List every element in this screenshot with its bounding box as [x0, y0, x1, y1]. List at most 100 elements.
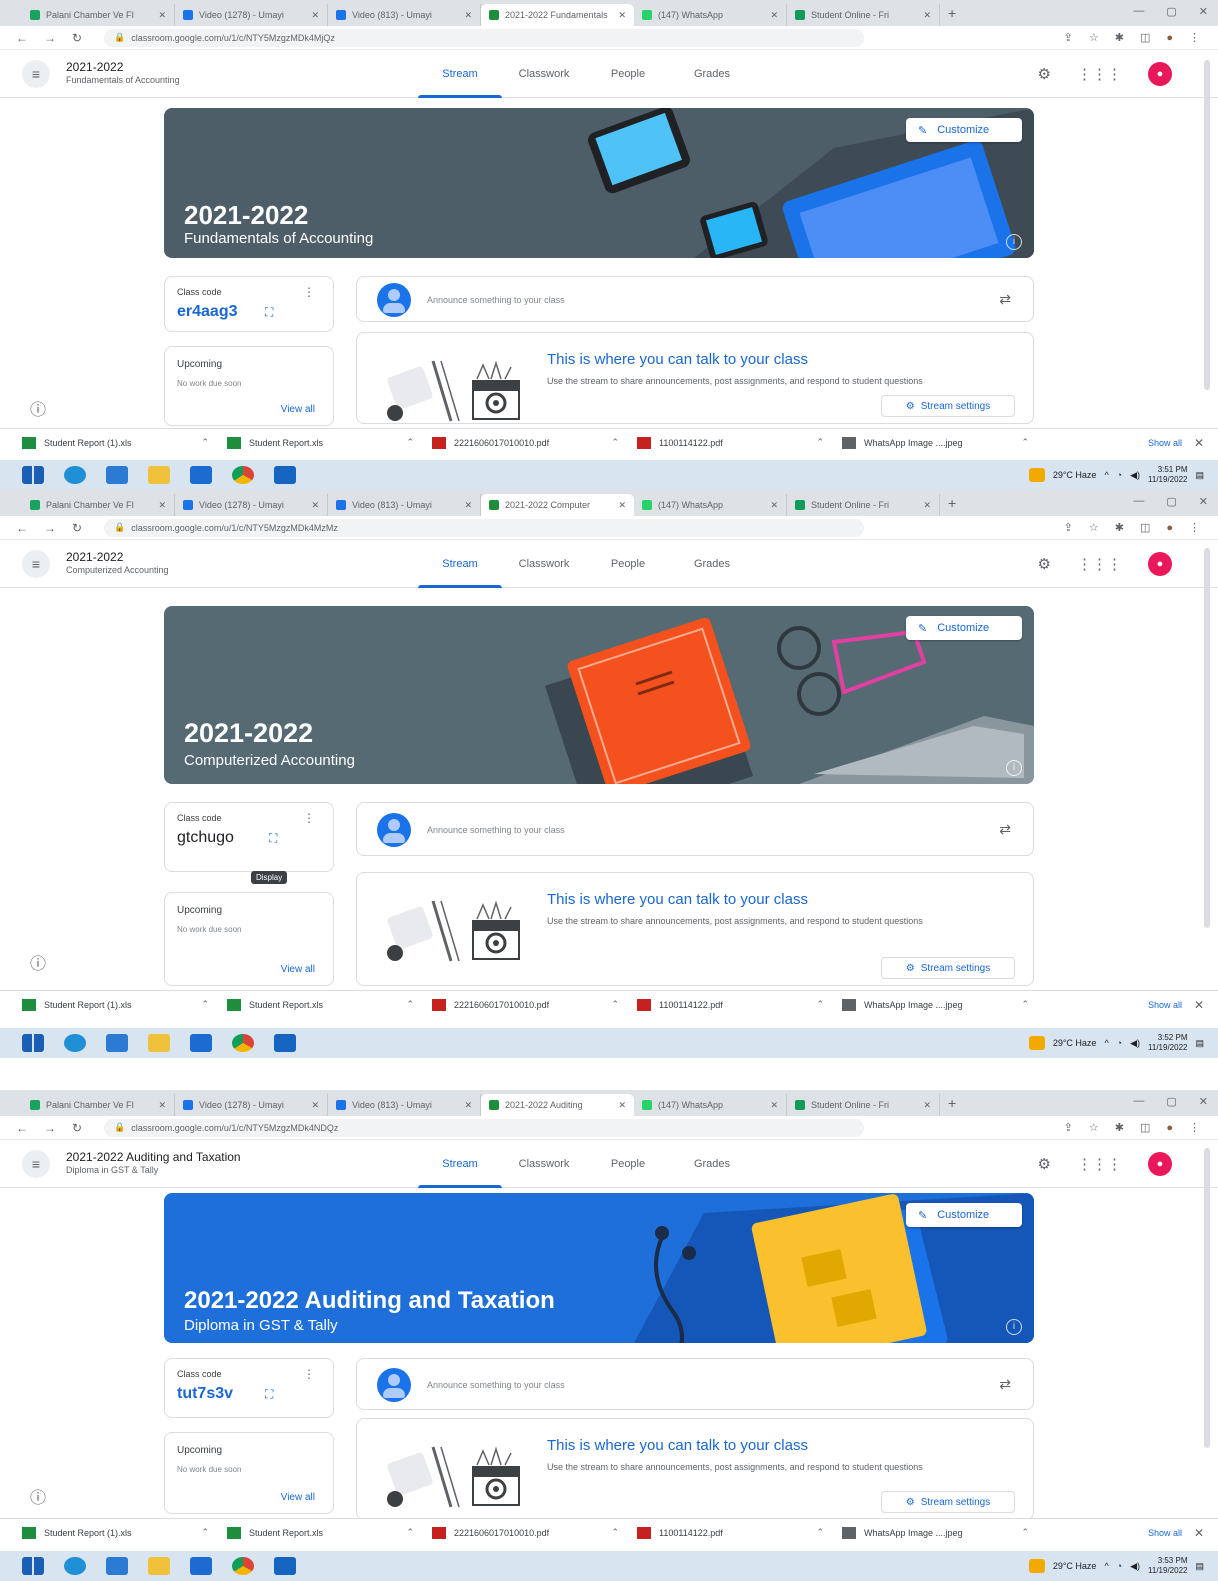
close-downloads-icon[interactable]: ✕ — [1194, 436, 1204, 450]
scrollbar[interactable] — [1204, 60, 1210, 390]
class-title[interactable]: 2021-2022 Auditing and Taxation — [66, 1150, 241, 1164]
file-explorer-icon[interactable] — [148, 1034, 170, 1052]
show-all-downloads-link[interactable]: Show all — [1148, 1528, 1182, 1538]
tab-classwork[interactable]: Classwork — [502, 50, 586, 98]
browser-tab[interactable]: Palani Chamber Ve FI ✕ — [22, 494, 175, 516]
repost-icon[interactable]: ⇄ — [999, 821, 1011, 838]
bookmark-star-icon[interactable]: ☆ — [1089, 1121, 1099, 1134]
close-downloads-icon[interactable]: ✕ — [1194, 998, 1204, 1012]
forward-icon[interactable]: → — [44, 521, 56, 535]
maximize-icon[interactable]: ▢ — [1166, 5, 1176, 18]
close-tab-icon[interactable]: ✕ — [618, 1100, 626, 1111]
sidepanel-icon[interactable]: ◫ — [1140, 521, 1150, 534]
account-avatar[interactable]: ● — [1148, 1152, 1172, 1176]
chevron-up-icon[interactable]: ⌃ — [201, 999, 209, 1010]
store-icon[interactable] — [106, 1034, 128, 1052]
windows-start-icon[interactable] — [22, 1034, 44, 1052]
browser-tab[interactable]: Video (1278) - Umayi ✕ — [175, 4, 328, 26]
download-item[interactable]: 2221606017010010.pdf ⌃ — [432, 998, 637, 1011]
new-tab-icon[interactable]: + — [948, 5, 956, 21]
browser-tab[interactable]: Student Online - Fri ✕ — [787, 494, 940, 516]
browser-menu-icon[interactable]: ⋮ — [1189, 521, 1200, 534]
url-input[interactable]: 🔒 classroom.google.com/u/1/c/NTY5MzgzMDk4… — [104, 1118, 865, 1137]
tab-stream[interactable]: Stream — [418, 1140, 502, 1188]
repost-icon[interactable]: ⇄ — [999, 291, 1011, 308]
fullscreen-expand-icon[interactable]: ⛶ — [265, 1387, 273, 1402]
chevron-up-icon[interactable]: ⌃ — [1021, 1527, 1029, 1538]
browser-menu-icon[interactable]: ⋮ — [1189, 1121, 1200, 1134]
more-options-icon[interactable]: ⋮ — [303, 285, 315, 299]
file-explorer-icon[interactable] — [148, 1557, 170, 1575]
clock[interactable]: 3:53 PM 11/19/2022 — [1148, 1556, 1187, 1576]
edge-icon[interactable] — [64, 1557, 86, 1575]
view-all-link[interactable]: View all — [281, 404, 315, 415]
class-title[interactable]: 2021-2022 — [66, 60, 123, 74]
close-tab-icon[interactable]: ✕ — [770, 500, 778, 511]
browser-tab[interactable]: Video (1278) - Umayi ✕ — [175, 494, 328, 516]
mail-icon[interactable] — [190, 1557, 212, 1575]
chevron-up-icon[interactable]: ⌃ — [816, 1527, 824, 1538]
chevron-up-icon[interactable]: ⌃ — [406, 999, 414, 1010]
download-item[interactable]: Student Report.xls ⌃ — [227, 998, 432, 1011]
chevron-up-icon[interactable]: ⌃ — [1021, 999, 1029, 1010]
windows-start-icon[interactable] — [22, 1557, 44, 1575]
reload-icon[interactable]: ↻ — [72, 521, 82, 535]
chevron-up-icon[interactable]: ⌃ — [201, 1527, 209, 1538]
close-tab-icon[interactable]: ✕ — [923, 500, 931, 511]
volume-icon[interactable]: ◀) — [1130, 1038, 1140, 1049]
minimize-icon[interactable]: — — [1133, 5, 1144, 18]
chevron-up-icon[interactable]: ⌃ — [816, 999, 824, 1010]
close-window-icon[interactable]: ✕ — [1199, 5, 1208, 18]
store-icon[interactable] — [106, 1557, 128, 1575]
app-icon[interactable] — [274, 466, 296, 484]
url-input[interactable]: 🔒 classroom.google.com/u/1/c/NTY5MzgzMDk4… — [104, 28, 865, 47]
close-tab-icon[interactable]: ✕ — [311, 500, 319, 511]
volume-icon[interactable]: ◀) — [1130, 470, 1140, 481]
close-tab-icon[interactable]: ✕ — [464, 1100, 472, 1111]
browser-tab[interactable]: Palani Chamber Ve FI ✕ — [22, 1094, 175, 1116]
volume-icon[interactable]: ◀) — [1130, 1561, 1140, 1572]
download-item[interactable]: 1100114122.pdf ⌃ — [637, 998, 842, 1011]
more-options-icon[interactable]: ⋮ — [303, 1367, 315, 1381]
browser-tab[interactable]: 2021-2022 Auditing ✕ — [481, 1094, 634, 1116]
close-tab-icon[interactable]: ✕ — [770, 1100, 778, 1111]
forward-icon[interactable]: → — [44, 31, 56, 45]
chevron-up-icon[interactable]: ⌃ — [816, 437, 824, 448]
hamburger-menu-icon[interactable]: ≡ — [22, 1150, 50, 1178]
download-item[interactable]: WhatsApp Image ....jpeg ⌃ — [842, 436, 1047, 449]
show-all-downloads-link[interactable]: Show all — [1148, 1000, 1182, 1010]
download-item[interactable]: 1100114122.pdf ⌃ — [637, 436, 842, 449]
customize-button[interactable]: ✎ Customize — [906, 118, 1022, 142]
info-icon[interactable]: i — [1006, 1319, 1022, 1335]
browser-tab[interactable]: Video (813) - Umayi ✕ — [328, 1094, 481, 1116]
announce-box[interactable]: Announce something to your class ⇄ — [356, 1358, 1034, 1410]
clock[interactable]: 3:52 PM 11/19/2022 — [1148, 1033, 1187, 1053]
customize-button[interactable]: ✎ Customize — [906, 616, 1022, 640]
chrome-icon[interactable] — [232, 1034, 254, 1052]
close-tab-icon[interactable]: ✕ — [464, 10, 472, 21]
chevron-up-icon[interactable]: ⌃ — [406, 437, 414, 448]
windows-start-icon[interactable] — [22, 466, 44, 484]
tray-chevron-icon[interactable]: ^ — [1104, 1038, 1108, 1048]
stream-settings-button[interactable]: ⚙ Stream settings — [881, 957, 1015, 979]
browser-tab[interactable]: Student Online - Fri ✕ — [787, 1094, 940, 1116]
reload-icon[interactable]: ↻ — [72, 31, 82, 45]
app-icon[interactable] — [274, 1034, 296, 1052]
close-tab-icon[interactable]: ✕ — [311, 1100, 319, 1111]
share-icon[interactable]: ⇪ — [1064, 521, 1073, 534]
stream-settings-button[interactable]: ⚙ Stream settings — [881, 1491, 1015, 1513]
settings-gear-icon[interactable]: ⚙ — [1038, 555, 1051, 573]
download-item[interactable]: Student Report.xls ⌃ — [227, 436, 432, 449]
tab-classwork[interactable]: Classwork — [502, 540, 586, 588]
help-icon[interactable]: ⓘ — [30, 1484, 46, 1508]
mail-icon[interactable] — [190, 466, 212, 484]
close-tab-icon[interactable]: ✕ — [923, 1100, 931, 1111]
browser-tab[interactable]: (147) WhatsApp ✕ — [634, 1094, 787, 1116]
download-item[interactable]: 2221606017010010.pdf ⌃ — [432, 1526, 637, 1539]
browser-menu-icon[interactable]: ⋮ — [1189, 31, 1200, 44]
file-explorer-icon[interactable] — [148, 466, 170, 484]
customize-button[interactable]: ✎ Customize — [906, 1203, 1022, 1227]
tab-people[interactable]: People — [586, 540, 670, 588]
maximize-icon[interactable]: ▢ — [1166, 1095, 1176, 1108]
close-tab-icon[interactable]: ✕ — [158, 10, 166, 21]
